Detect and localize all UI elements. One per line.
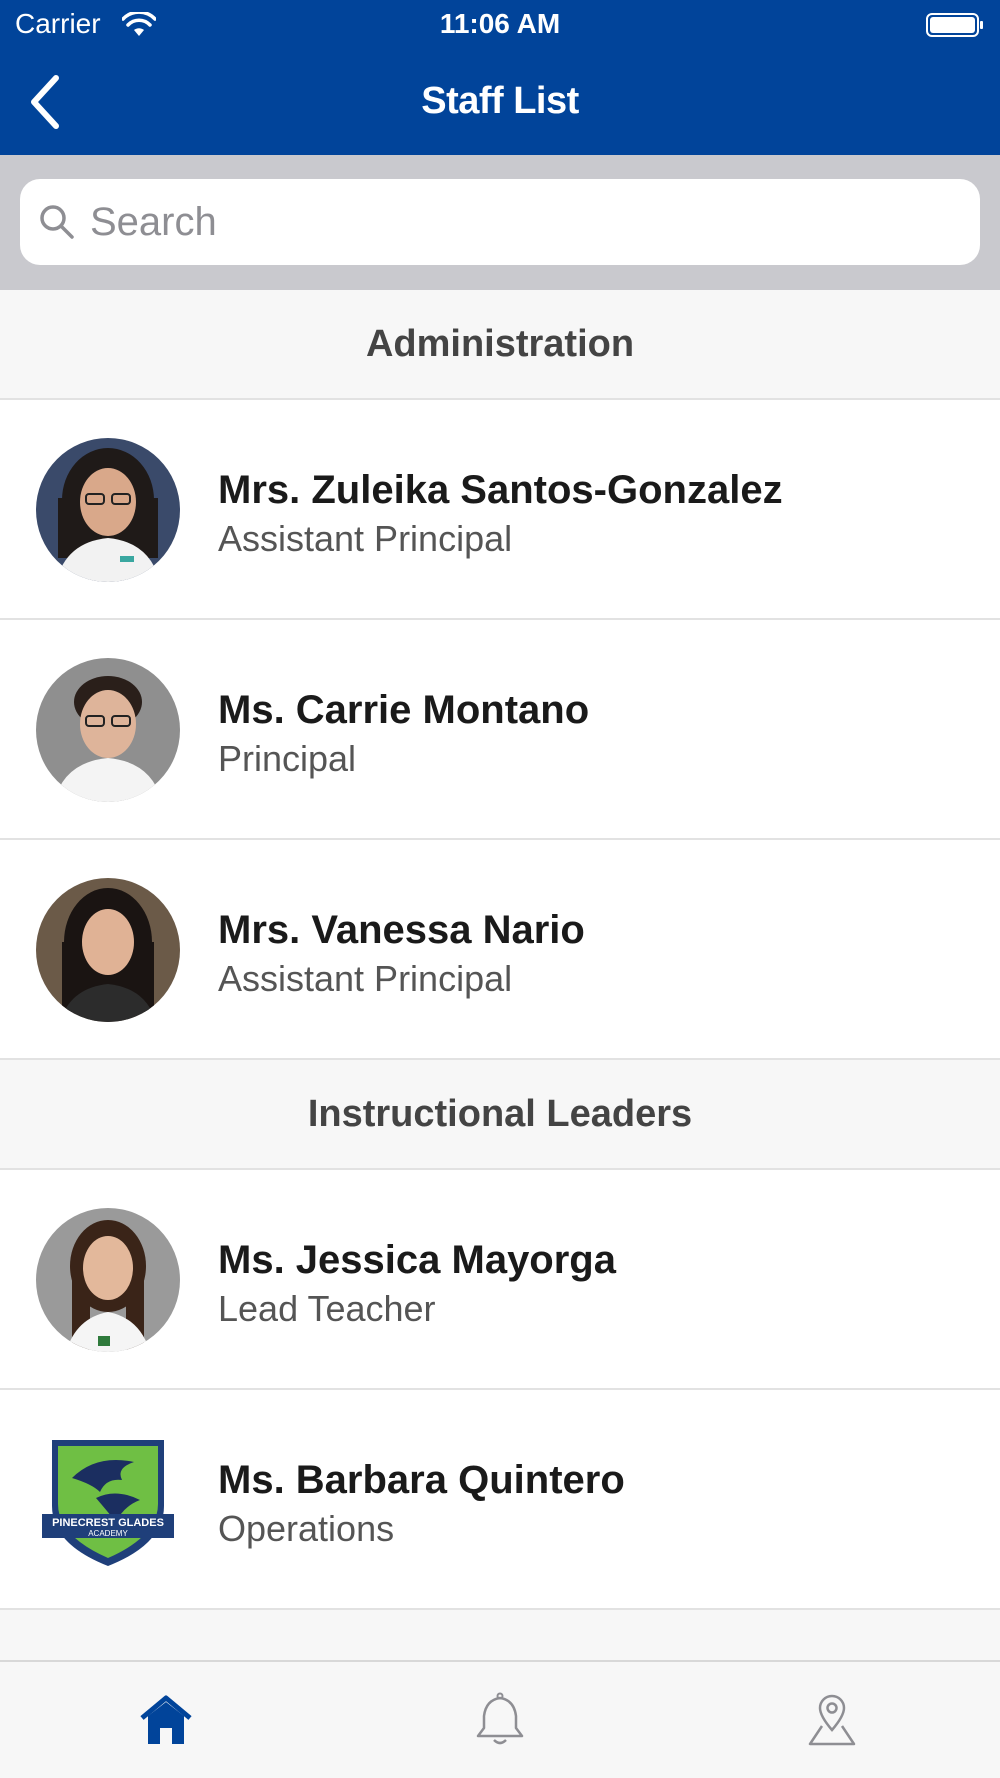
tab-bar [0, 1660, 1000, 1778]
search-box[interactable] [20, 179, 980, 265]
search-bar [0, 155, 1000, 290]
section-header-partial [0, 1610, 1000, 1660]
staff-row[interactable]: Mrs. Zuleika Santos-Gonzalez Assistant P… [0, 400, 1000, 620]
staff-title: Assistant Principal [218, 958, 513, 999]
top-bar: Carrier 11:06 AM Staff List [0, 0, 1000, 155]
tab-map[interactable] [802, 1690, 862, 1750]
staff-row[interactable]: Ms. Carrie Montano Principal [0, 620, 1000, 840]
staff-name: Ms. Barbara Quintero [218, 1458, 625, 1502]
avatar [36, 1208, 180, 1352]
tab-notifications[interactable] [470, 1690, 530, 1750]
staff-title: Principal [218, 738, 357, 779]
tab-home[interactable] [136, 1690, 196, 1750]
status-time: 11:06 AM [439, 8, 561, 39]
staff-name: Mrs. Zuleika Santos-Gonzalez [218, 468, 783, 512]
bell-icon [476, 1692, 524, 1745]
staff-name: Mrs. Vanessa Nario [218, 908, 585, 952]
avatar [36, 878, 180, 1022]
avatar [36, 438, 180, 582]
school-logo: PINECREST GLADES ACADEMY [36, 1428, 180, 1572]
staff-row[interactable]: PINECREST GLADES ACADEMY Ms. Barbara Qui… [0, 1390, 1000, 1610]
staff-name: Ms. Carrie Montano [218, 688, 590, 732]
logo-text: PINECREST GLADES [52, 1517, 164, 1529]
logo-subtext: ACADEMY [88, 1529, 128, 1538]
status-bar: Carrier 11:06 AM [0, 0, 1000, 50]
staff-name: Ms. Jessica Mayorga [218, 1238, 616, 1282]
search-input[interactable] [90, 189, 950, 255]
home-icon [140, 1695, 192, 1744]
staff-title: Lead Teacher [218, 1288, 436, 1329]
map-pin-icon [808, 1694, 856, 1746]
section-header-administration: Administration [0, 290, 1000, 400]
section-header-instructional-leaders: Instructional Leaders [0, 1060, 1000, 1170]
staff-title: Operations [218, 1508, 395, 1549]
search-icon [40, 205, 74, 239]
staff-list[interactable]: Administration Mrs. Zuleika Santos-Gonza… [0, 290, 1000, 1660]
staff-row[interactable]: Mrs. Vanessa Nario Assistant Principal [0, 840, 1000, 1060]
avatar [36, 658, 180, 802]
staff-row[interactable]: Ms. Jessica Mayorga Lead Teacher [0, 1170, 1000, 1390]
battery-icon [926, 13, 983, 37]
nav-bar: Staff List [0, 50, 1000, 155]
page-title: Staff List [421, 80, 579, 122]
staff-title: Assistant Principal [218, 518, 513, 559]
